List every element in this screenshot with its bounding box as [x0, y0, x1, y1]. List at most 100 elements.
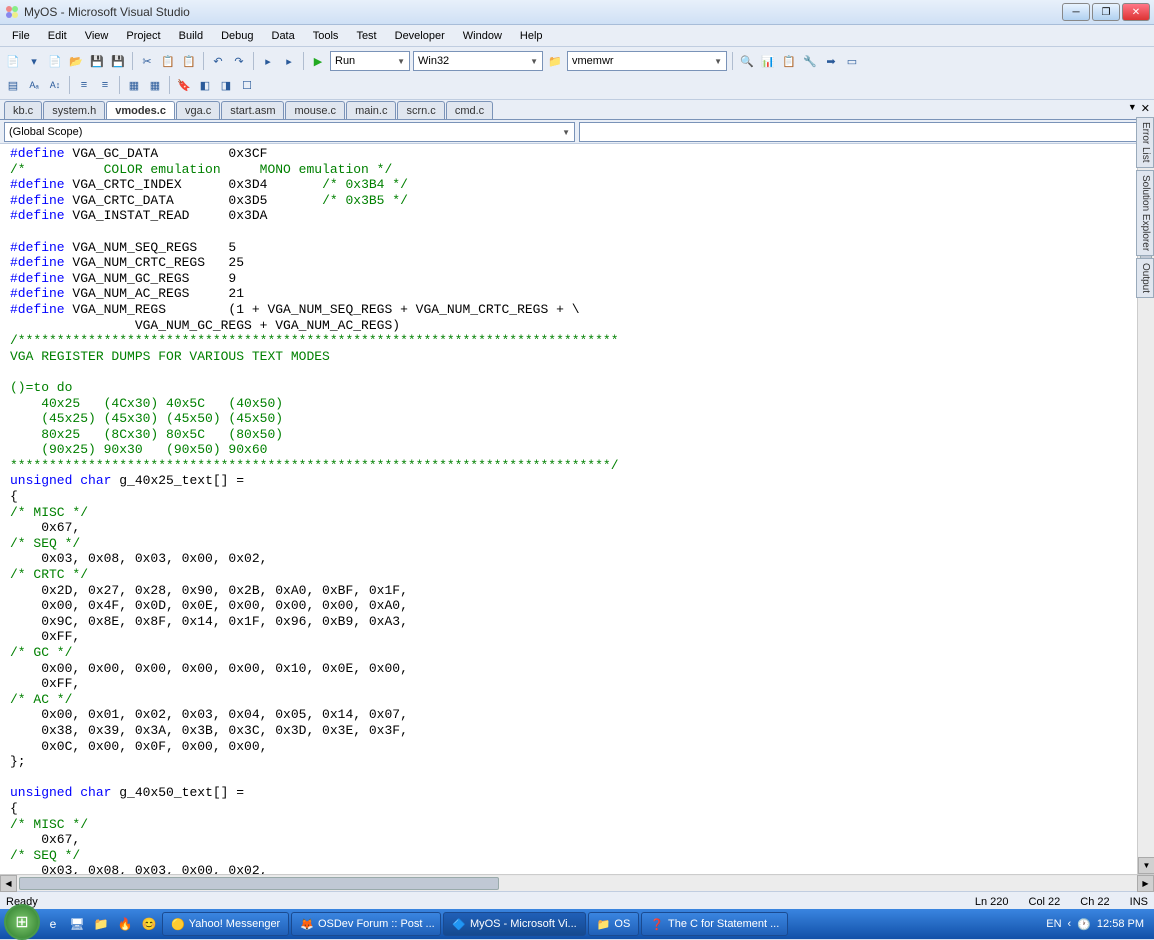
- fmt-az-icon[interactable]: A↕: [46, 76, 64, 94]
- start-button[interactable]: ⊞: [4, 904, 40, 940]
- scroll-left-icon[interactable]: ◀: [0, 875, 17, 892]
- misc1-icon[interactable]: ◧: [196, 76, 214, 94]
- ql-desktop-icon[interactable]: 🖥: [66, 913, 88, 935]
- undo-icon[interactable]: ↶: [209, 52, 227, 70]
- menubar: FileEditViewProjectBuildDebugDataToolsTe…: [0, 25, 1154, 47]
- misc2-icon[interactable]: ◨: [217, 76, 235, 94]
- tool1-icon[interactable]: 🔍: [738, 52, 756, 70]
- menu-test[interactable]: Test: [348, 28, 384, 44]
- scroll-right-icon[interactable]: ▶: [1137, 875, 1154, 892]
- bookmark-icon[interactable]: 🔖: [175, 76, 193, 94]
- tab-dropdown-icon[interactable]: ▼: [1128, 102, 1137, 115]
- run-combo[interactable]: Run▼: [330, 51, 410, 71]
- misc3-icon[interactable]: ☐: [238, 76, 256, 94]
- taskbar-button[interactable]: 🔷MyOS - Microsoft Vi...: [443, 912, 585, 936]
- file-tab[interactable]: vga.c: [176, 101, 220, 119]
- tray-time: 12:58 PM: [1097, 918, 1144, 930]
- taskbar-button[interactable]: 📁OS: [588, 912, 640, 936]
- menu-edit[interactable]: Edit: [40, 28, 75, 44]
- taskbar-app-label: MyOS - Microsoft Vi...: [470, 918, 577, 930]
- menu-developer[interactable]: Developer: [387, 28, 453, 44]
- nav-back-icon[interactable]: ▸: [259, 52, 277, 70]
- indent-dec-icon[interactable]: ≡: [75, 76, 93, 94]
- paste-icon[interactable]: 📋: [180, 52, 198, 70]
- taskbar-button[interactable]: ❓The C for Statement ...: [641, 912, 788, 936]
- tray-expand-icon[interactable]: ‹: [1068, 918, 1072, 930]
- scope-left-label: (Global Scope): [9, 126, 82, 138]
- nav-fwd-icon[interactable]: ▸: [280, 52, 298, 70]
- side-panel-tab[interactable]: Solution Explorer: [1136, 170, 1154, 256]
- tool2-icon[interactable]: 📊: [759, 52, 777, 70]
- tool3-icon[interactable]: 📋: [780, 52, 798, 70]
- ql-ie-icon[interactable]: e: [42, 913, 64, 935]
- copy-icon[interactable]: 📋: [159, 52, 177, 70]
- redo-icon[interactable]: ↷: [230, 52, 248, 70]
- status-col: Col 22: [1029, 896, 1061, 908]
- menu-file[interactable]: File: [4, 28, 38, 44]
- scope-right-combo[interactable]: ▼: [579, 122, 1150, 142]
- menu-help[interactable]: Help: [512, 28, 551, 44]
- fmt-aa-icon[interactable]: Aₐ: [25, 76, 43, 94]
- file-tab[interactable]: kb.c: [4, 101, 42, 119]
- folder-icon[interactable]: 📁: [546, 52, 564, 70]
- side-panel-tab[interactable]: Error List: [1136, 117, 1154, 168]
- file-tab[interactable]: scrn.c: [397, 101, 444, 119]
- app-icon: [4, 4, 20, 20]
- menu-window[interactable]: Window: [455, 28, 510, 44]
- fmt1-icon[interactable]: ▤: [4, 76, 22, 94]
- cut-icon[interactable]: ✂: [138, 52, 156, 70]
- taskbar-app-label: Yahoo! Messenger: [189, 918, 281, 930]
- uncomment-icon[interactable]: ▦: [146, 76, 164, 94]
- save-all-icon[interactable]: 💾: [109, 52, 127, 70]
- file-tabstrip: kb.csystem.hvmodes.cvga.cstart.asmmouse.…: [0, 100, 1154, 120]
- tool4-icon[interactable]: 🔧: [801, 52, 819, 70]
- status-ln: Ln 220: [975, 896, 1009, 908]
- file-tab[interactable]: mouse.c: [285, 101, 345, 119]
- open-icon[interactable]: 📂: [67, 52, 85, 70]
- tray-lang[interactable]: EN: [1046, 918, 1061, 930]
- ql-app1-icon[interactable]: 🔥: [114, 913, 136, 935]
- menu-tools[interactable]: Tools: [305, 28, 347, 44]
- tool6-icon[interactable]: ▭: [843, 52, 861, 70]
- taskbar-button[interactable]: 🟡 Yahoo! Messenger: [162, 912, 289, 936]
- taskbar-app-label: The C for Statement ...: [668, 918, 779, 930]
- menu-data[interactable]: Data: [264, 28, 303, 44]
- side-panel-tab[interactable]: Output: [1136, 258, 1154, 298]
- save-icon[interactable]: 💾: [88, 52, 106, 70]
- file-tab[interactable]: system.h: [43, 101, 105, 119]
- taskbar-button[interactable]: 🦊OSDev Forum :: Post ...: [291, 912, 441, 936]
- new-dropdown-icon[interactable]: ▾: [25, 52, 43, 70]
- hscroll-thumb[interactable]: [19, 877, 499, 890]
- add-item-icon[interactable]: 📄: [46, 52, 64, 70]
- tab-close-icon[interactable]: ✕: [1141, 102, 1150, 115]
- menu-project[interactable]: Project: [118, 28, 168, 44]
- menu-debug[interactable]: Debug: [213, 28, 261, 44]
- scope-left-combo[interactable]: (Global Scope)▼: [4, 122, 575, 142]
- ql-app2-icon[interactable]: 😊: [138, 913, 160, 935]
- taskbar-app-icon: 🟡: [171, 918, 185, 931]
- file-tab[interactable]: cmd.c: [446, 101, 493, 119]
- tray-icon[interactable]: 🕐: [1077, 918, 1091, 931]
- horizontal-scrollbar[interactable]: ◀ ▶: [0, 874, 1154, 891]
- window-title: MyOS - Microsoft Visual Studio: [24, 5, 1062, 19]
- maximize-button[interactable]: ❐: [1092, 3, 1120, 21]
- play-icon[interactable]: ▶: [309, 52, 327, 70]
- target-combo[interactable]: vmemwr▼: [567, 51, 727, 71]
- indent-inc-icon[interactable]: ≡: [96, 76, 114, 94]
- ql-folder-icon[interactable]: 📁: [90, 913, 112, 935]
- menu-build[interactable]: Build: [171, 28, 211, 44]
- file-tab[interactable]: start.asm: [221, 101, 284, 119]
- system-tray[interactable]: EN ‹ 🕐 12:58 PM: [1040, 918, 1150, 931]
- close-button[interactable]: ✕: [1122, 3, 1150, 21]
- file-tab[interactable]: main.c: [346, 101, 396, 119]
- menu-view[interactable]: View: [77, 28, 117, 44]
- file-tab[interactable]: vmodes.c: [106, 101, 175, 119]
- taskbar-app-label: OS: [614, 918, 630, 930]
- comment-icon[interactable]: ▦: [125, 76, 143, 94]
- code-editor[interactable]: #define VGA_GC_DATA 0x3CF /* COLOR emula…: [0, 144, 1137, 874]
- tool5-icon[interactable]: ➡: [822, 52, 840, 70]
- new-project-icon[interactable]: 📄: [4, 52, 22, 70]
- statusbar: Ready Ln 220 Col 22 Ch 22 INS: [0, 891, 1154, 911]
- config-combo[interactable]: Win32▼: [413, 51, 543, 71]
- minimize-button[interactable]: ─: [1062, 3, 1090, 21]
